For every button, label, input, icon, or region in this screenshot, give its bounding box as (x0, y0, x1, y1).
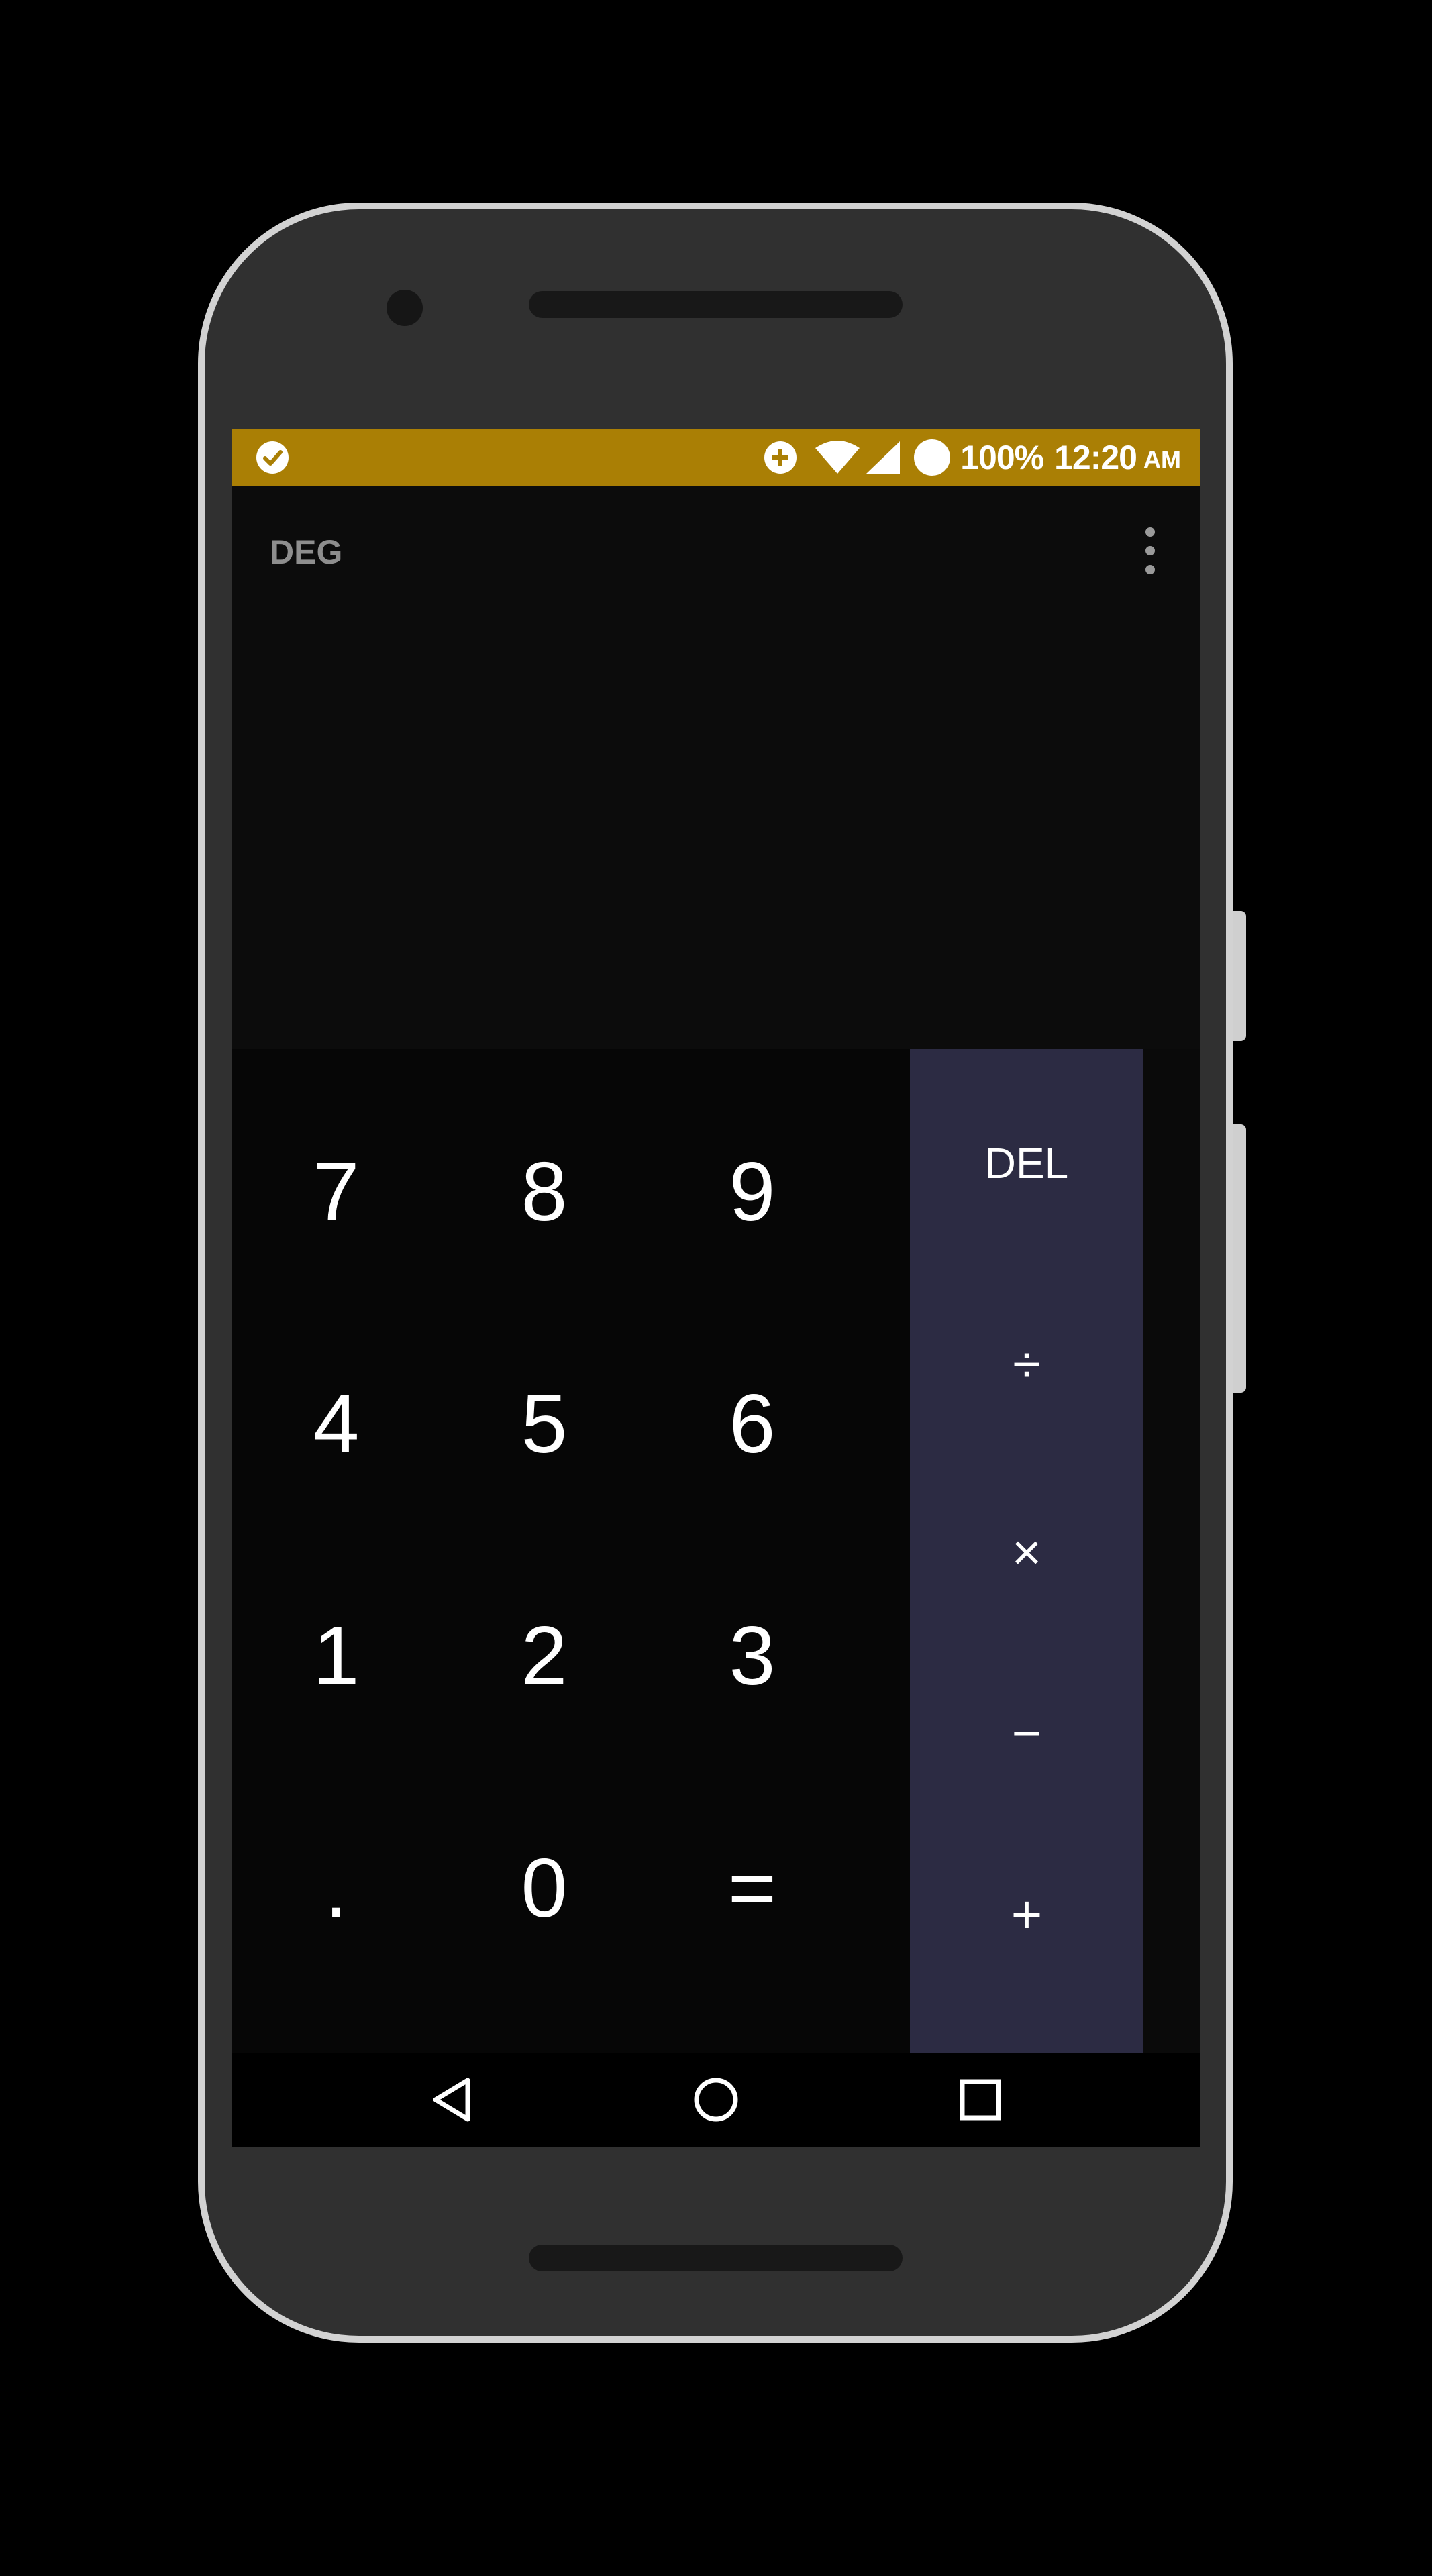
volume-button (1233, 1124, 1246, 1393)
recents-button[interactable] (920, 2053, 1041, 2147)
home-button[interactable] (656, 2053, 776, 2147)
operator-panel: DEL ÷ × − + (910, 1049, 1143, 2053)
status-icons: 100% 12:20 AM (763, 429, 1181, 486)
key-9[interactable]: 9 (648, 1076, 856, 1308)
battery-circle-icon (914, 439, 951, 476)
wifi-icon (815, 441, 860, 474)
recents-icon (960, 2079, 1001, 2121)
battery-percent: 100% (960, 439, 1044, 476)
cell-signal-icon (866, 441, 901, 474)
numeric-keypad: 7 8 9 4 5 6 1 2 3 . 0 = (232, 1049, 910, 2053)
front-camera (387, 290, 423, 326)
status-bar: 100% 12:20 AM (232, 429, 1200, 486)
key-2[interactable]: 2 (440, 1540, 648, 1772)
bottom-speaker (529, 2245, 903, 2271)
key-5[interactable]: 5 (440, 1308, 648, 1540)
key-4[interactable]: 4 (232, 1308, 440, 1540)
data-saver-icon (764, 441, 797, 474)
divide-button[interactable]: ÷ (910, 1304, 1143, 1425)
clock-ampm: AM (1143, 445, 1181, 473)
power-button (1233, 911, 1246, 1041)
angle-mode-label[interactable]: DEG (270, 533, 342, 572)
multiply-button[interactable]: × (910, 1492, 1143, 1613)
back-button[interactable] (393, 2053, 514, 2147)
calculator-display: DEG (232, 486, 1200, 1049)
delete-button[interactable]: DEL (910, 1103, 1143, 1224)
top-speaker (529, 291, 903, 318)
back-icon (433, 2078, 470, 2122)
key-0[interactable]: 0 (440, 1772, 648, 2004)
keypad-area: 7 8 9 4 5 6 1 2 3 . 0 = DEL ÷ × − + (232, 1049, 1200, 2053)
key-equals[interactable]: = (648, 1772, 856, 2004)
screen: 100% 12:20 AM DEG 7 8 9 4 5 6 1 2 3 . 0 … (232, 429, 1200, 2147)
subtract-button[interactable]: − (910, 1673, 1143, 1794)
key-6[interactable]: 6 (648, 1308, 856, 1540)
key-3[interactable]: 3 (648, 1540, 856, 1772)
key-decimal[interactable]: . (232, 1772, 440, 2004)
home-icon (694, 2078, 738, 2122)
key-1[interactable]: 1 (232, 1540, 440, 1772)
key-7[interactable]: 7 (232, 1076, 440, 1308)
key-8[interactable]: 8 (440, 1076, 648, 1308)
navigation-bar (232, 2053, 1200, 2147)
add-button[interactable]: + (910, 1854, 1143, 1975)
overflow-menu-icon[interactable] (1137, 527, 1164, 581)
clock: 12:20 (1054, 439, 1137, 476)
check-circle-icon (256, 441, 289, 474)
